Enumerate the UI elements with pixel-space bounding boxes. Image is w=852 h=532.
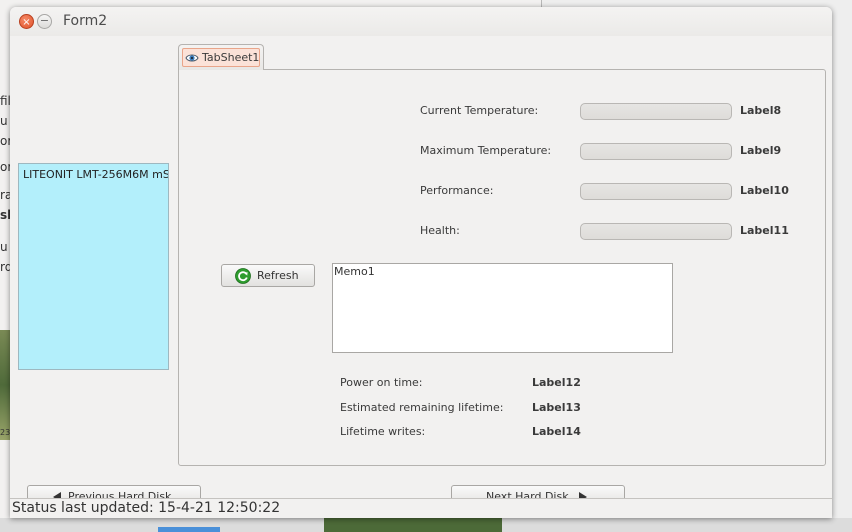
maximum-temperature-value: Label9 (740, 144, 782, 157)
list-item[interactable]: LITEONIT LMT-256M6M mSATA 256GB (23, 168, 168, 181)
refresh-button[interactable]: Refresh (221, 264, 315, 287)
main-window: × − Form2 LITEONIT LMT-256M6M mSATA 256G… (10, 7, 832, 518)
health-label: Health: (420, 224, 460, 237)
performance-value: Label10 (740, 184, 789, 197)
current-temperature-value: Label8 (740, 104, 782, 117)
current-temperature-bar (580, 103, 732, 120)
background-progress (158, 527, 220, 532)
remaining-lifetime-label: Estimated remaining lifetime: (340, 401, 504, 414)
memo-textarea[interactable]: Memo1 (332, 263, 673, 353)
background-text: u (0, 240, 8, 254)
current-temperature-label: Current Temperature: (420, 104, 539, 117)
tab-focus-highlight: TabSheet1 (182, 48, 260, 67)
performance-label: Performance: (420, 184, 494, 197)
refresh-label: Refresh (257, 269, 299, 282)
performance-bar (580, 183, 732, 200)
tab-label: TabSheet1 (202, 51, 260, 64)
maximum-temperature-bar (580, 143, 732, 160)
health-bar (580, 223, 732, 240)
lifetime-writes-value: Label14 (532, 425, 581, 438)
power-on-time-value: Label12 (532, 376, 581, 389)
background-text: 23 (0, 428, 11, 437)
background-text: u (0, 114, 8, 128)
tab-tabsheet1[interactable]: TabSheet1 (178, 44, 264, 70)
maximum-temperature-label: Maximum Temperature: (420, 144, 552, 157)
remaining-lifetime-value: Label13 (532, 401, 581, 414)
eye-icon (185, 54, 199, 62)
minimize-icon[interactable]: − (37, 14, 52, 29)
lifetime-writes-label: Lifetime writes: (340, 425, 426, 438)
close-icon[interactable]: × (19, 14, 34, 29)
disk-list[interactable]: LITEONIT LMT-256M6M mSATA 256GB (18, 163, 169, 370)
titlebar: × − Form2 (10, 7, 832, 36)
window-title: Form2 (63, 13, 108, 29)
refresh-icon (235, 268, 251, 284)
status-bar: Status last updated: 15-4-21 12:50:22 (10, 498, 832, 518)
health-value: Label11 (740, 224, 789, 237)
power-on-time-label: Power on time: (340, 376, 423, 389)
background-image (324, 518, 502, 532)
status-text: Status last updated: 15-4-21 12:50:22 (12, 500, 281, 516)
